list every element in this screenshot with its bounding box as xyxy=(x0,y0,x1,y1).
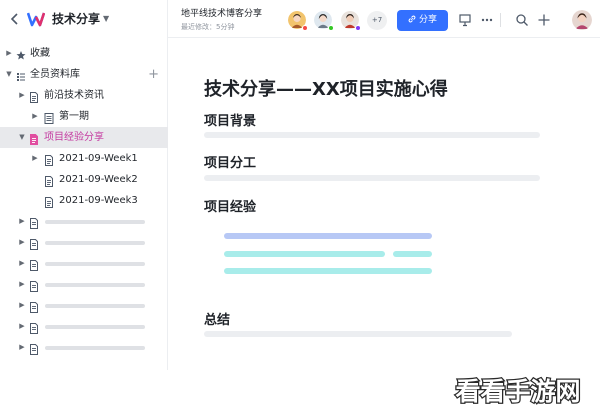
chevron-down-icon[interactable]: ▼ xyxy=(103,11,109,27)
more-icon[interactable] xyxy=(480,13,494,27)
placeholder-bar xyxy=(45,241,145,245)
sidebar-item-issue-1[interactable]: ▶ 第一期 xyxy=(0,106,168,127)
doc-icon xyxy=(44,153,54,166)
section-heading[interactable]: 总结 xyxy=(204,309,230,328)
caret-right-icon[interactable]: ▶ xyxy=(17,232,27,253)
sidebar-item-label: 收藏 xyxy=(30,48,50,59)
caret-right-icon[interactable]: ▶ xyxy=(17,211,27,232)
text-placeholder-line xyxy=(204,331,512,337)
sidebar-item-placeholder[interactable]: ▶ xyxy=(0,253,168,274)
doc-icon xyxy=(29,321,39,334)
placeholder-bar xyxy=(45,325,145,329)
sidebar-item-tech-news[interactable]: ▶ 前沿技术资讯 xyxy=(0,85,168,106)
logo-icon xyxy=(26,11,46,27)
caret-down-icon[interactable]: ▼ xyxy=(17,127,27,148)
share-button[interactable]: 分享 xyxy=(397,10,448,31)
text-placeholder-line xyxy=(204,132,540,138)
caret-right-icon[interactable]: ▶ xyxy=(17,253,27,274)
status-dot xyxy=(302,25,308,31)
placeholder-bar xyxy=(45,304,145,308)
text-placeholder-line xyxy=(204,175,540,181)
sidebar-item-placeholder[interactable]: ▶ xyxy=(0,316,168,337)
space-title[interactable]: 技术分享 xyxy=(52,11,100,27)
sidebar-item-placeholder[interactable]: ▶ xyxy=(0,211,168,232)
sidebar-item-label: 项目经验分享 xyxy=(44,132,104,143)
document-title[interactable]: 技术分享——XX项目实施心得 xyxy=(204,75,448,101)
app-window: 技术分享 ▼ ▶ 收藏 ▼ 全员资料库 + ▶ 前沿技术资讯 ▶ 第一期 ▼ 项… xyxy=(0,0,600,370)
sidebar-item-label: 第一期 xyxy=(59,111,89,122)
more-collaborators-count[interactable]: +7 xyxy=(367,11,387,30)
caret-down-icon[interactable]: ▼ xyxy=(4,64,14,85)
caret-right-icon[interactable]: ▶ xyxy=(17,295,27,316)
document-body[interactable]: 技术分享——XX项目实施心得 项目背景 项目分工 项目经验 总结 xyxy=(168,38,600,370)
add-icon[interactable]: + xyxy=(148,64,159,85)
doc-icon xyxy=(44,195,54,208)
caret-right-icon[interactable]: ▶ xyxy=(4,43,14,64)
library-icon xyxy=(16,69,26,81)
last-modified: 最近修改：5分钟 xyxy=(181,23,235,31)
highlight-line xyxy=(224,268,432,274)
placeholder-bar xyxy=(45,220,145,224)
placeholder-bar xyxy=(45,346,145,350)
search-icon[interactable] xyxy=(515,13,529,27)
caret-right-icon[interactable]: ▶ xyxy=(30,106,40,127)
highlight-line xyxy=(224,233,432,239)
sidebar: 技术分享 ▼ ▶ 收藏 ▼ 全员资料库 + ▶ 前沿技术资讯 ▶ 第一期 ▼ 项… xyxy=(0,0,168,370)
doc-icon xyxy=(44,174,54,187)
sidebar-item-label: 2021-09-Week2 xyxy=(59,174,138,185)
sidebar-item-label: 前沿技术资讯 xyxy=(44,90,104,101)
caret-right-icon[interactable]: ▶ xyxy=(17,274,27,295)
placeholder-bar xyxy=(45,262,145,266)
avatar[interactable] xyxy=(572,10,592,30)
sidebar-item-placeholder[interactable]: ▶ xyxy=(0,232,168,253)
doc-icon xyxy=(29,216,39,229)
sidebar-item-week2[interactable]: 2021-09-Week2 xyxy=(0,169,168,190)
share-label: 分享 xyxy=(418,15,437,25)
sidebar-item-placeholder[interactable]: ▶ xyxy=(0,337,168,358)
caret-right-icon[interactable]: ▶ xyxy=(30,148,40,169)
document-header: 地平线技术博客分享 最近修改：5分钟 +7 分享 xyxy=(168,0,600,38)
doc-icon xyxy=(29,342,39,355)
sidebar-item-project-experience[interactable]: ▼ 项目经验分享 xyxy=(0,127,168,148)
doc-icon xyxy=(29,258,39,271)
toolbar-divider xyxy=(500,13,501,27)
status-dot xyxy=(328,25,334,31)
highlight-line xyxy=(393,251,432,257)
sidebar-item-favorites[interactable]: ▶ 收藏 xyxy=(0,43,168,64)
svg-text:看看手游网: 看看手游网 xyxy=(455,377,580,406)
sidebar-item-week3[interactable]: 2021-09-Week3 xyxy=(0,190,168,211)
section-heading[interactable]: 项目分工 xyxy=(204,152,256,171)
highlight-line xyxy=(224,251,385,257)
back-arrow-icon[interactable] xyxy=(9,11,21,27)
sidebar-item-placeholder[interactable]: ▶ xyxy=(0,295,168,316)
sidebar-item-week1[interactable]: ▶ 2021-09-Week1 xyxy=(0,148,168,169)
caret-right-icon[interactable]: ▶ xyxy=(17,337,27,358)
document-breadcrumb-title[interactable]: 地平线技术博客分享 xyxy=(181,8,262,20)
sidebar-item-placeholder[interactable]: ▶ xyxy=(0,274,168,295)
sidebar-item-label: 全员资料库 xyxy=(30,69,80,80)
caret-right-icon[interactable]: ▶ xyxy=(17,316,27,337)
doc-icon xyxy=(29,90,39,103)
presentation-icon[interactable] xyxy=(458,13,472,27)
star-icon xyxy=(16,48,26,60)
status-dot xyxy=(355,25,361,31)
section-heading[interactable]: 项目背景 xyxy=(204,110,256,129)
section-heading[interactable]: 项目经验 xyxy=(204,196,256,215)
add-icon[interactable] xyxy=(537,13,551,27)
doc-icon xyxy=(29,132,39,145)
caret-right-icon[interactable]: ▶ xyxy=(17,85,27,106)
sidebar-item-label: 2021-09-Week3 xyxy=(59,195,138,206)
link-icon xyxy=(408,11,416,32)
watermark-logo: 看看手游网 xyxy=(437,372,600,409)
sheet-icon xyxy=(44,111,54,124)
doc-icon xyxy=(29,300,39,313)
sidebar-item-label: 2021-09-Week1 xyxy=(59,153,138,164)
sidebar-item-library[interactable]: ▼ 全员资料库 + xyxy=(0,64,168,85)
placeholder-bar xyxy=(45,283,145,287)
sidebar-header: 技术分享 ▼ xyxy=(0,0,168,38)
doc-icon xyxy=(29,279,39,292)
doc-icon xyxy=(29,237,39,250)
